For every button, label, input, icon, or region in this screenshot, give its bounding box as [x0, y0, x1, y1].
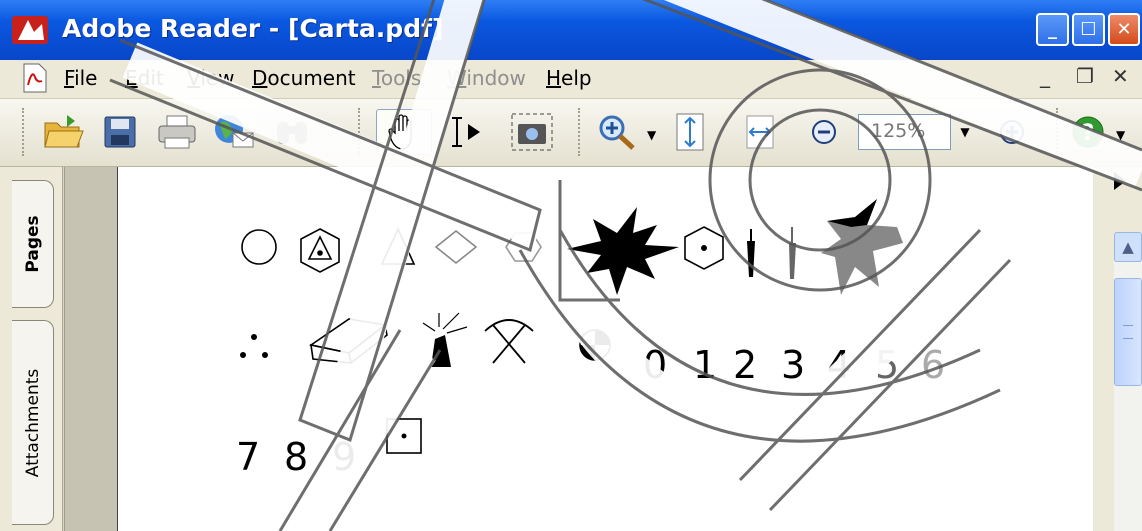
toolbar-grip[interactable] [578, 108, 585, 156]
zoom-level-dropdown[interactable]: ▼ [951, 114, 979, 150]
pin-symbol [747, 241, 755, 277]
lighthouse-symbol [422, 312, 468, 367]
fit-page-icon [676, 113, 704, 151]
pin-gray-symbol [789, 243, 796, 279]
snapshot-icon [511, 113, 553, 151]
document-gutter [64, 167, 117, 531]
mnemonic-letter: H [546, 66, 562, 90]
toolbar-grip[interactable] [358, 108, 365, 156]
digit-7: 7 [236, 435, 261, 479]
explosion-symbol [567, 207, 679, 295]
hand-icon [388, 114, 412, 150]
digit-3: 3 [781, 343, 806, 387]
digit-1: 1 [693, 343, 718, 387]
document-minimize-button[interactable]: _ [1040, 64, 1050, 88]
pdf-document-icon[interactable] [22, 63, 48, 93]
menu-tools[interactable]: Tools [372, 66, 421, 90]
digit-2: 2 [733, 343, 758, 387]
tab-attachments-label: Attachments [22, 368, 43, 477]
ingot-symbol [309, 318, 388, 365]
mnemonic-letter: V [187, 66, 201, 90]
menu-file[interactable]: File [64, 66, 97, 90]
minimize-button[interactable]: _ [1036, 13, 1069, 46]
print-button[interactable] [153, 109, 201, 155]
open-folder-icon [44, 115, 84, 148]
chevron-up-icon: ▲ [1122, 238, 1134, 256]
fit-width-button[interactable] [736, 109, 784, 155]
email-button[interactable] [210, 109, 258, 155]
mnemonic-letter: D [252, 66, 268, 90]
mnemonic-letter: E [125, 66, 138, 90]
window-title: Adobe Reader - [Carta.pdf] [62, 14, 444, 43]
zoom-in-tool-button[interactable] [593, 109, 641, 155]
svg-text:?: ? [1082, 121, 1095, 146]
menu-help[interactable]: Help [546, 66, 592, 90]
toolbar-grip[interactable] [1056, 108, 1063, 156]
document-restore-button[interactable]: ❐ [1076, 64, 1094, 88]
save-icon [104, 116, 136, 148]
menu-view[interactable]: View [187, 66, 234, 90]
maximize-icon: ☐ [1080, 19, 1097, 40]
zoom-in-icon [599, 115, 635, 150]
binoculars-icon [277, 122, 307, 144]
zoom-in-button[interactable] [988, 109, 1036, 155]
tab-pages[interactable]: Pages [12, 180, 54, 308]
square-dot-symbol [386, 418, 422, 454]
zoom-out-icon [812, 120, 836, 144]
open-button[interactable] [40, 109, 88, 155]
adobe-reader-icon [12, 16, 48, 44]
menu-document[interactable]: Document [252, 66, 356, 90]
hexagon-symbol [505, 232, 542, 262]
zoom-out-button[interactable] [800, 109, 848, 155]
map-symbols [240, 199, 903, 454]
print-icon [158, 115, 196, 149]
maximize-button[interactable]: ☐ [1072, 13, 1105, 46]
mnemonic-letter: T [372, 66, 381, 90]
scroll-up-button[interactable]: ▲ [1114, 232, 1142, 262]
digit-9: 9 [332, 435, 357, 479]
help-button[interactable]: ? [1064, 109, 1112, 155]
menu-edit[interactable]: Edit [125, 66, 164, 90]
digit-8: 8 [284, 435, 309, 479]
help-icon: ? [1072, 116, 1104, 148]
document-close-button[interactable]: ✕ [1112, 64, 1129, 88]
minimize-icon: _ [1048, 19, 1057, 40]
quartered-circle-symbol [579, 329, 611, 361]
scroll-grip-icon [1123, 325, 1133, 339]
snapshot-button[interactable] [508, 109, 556, 155]
crossed-pickaxes-symbol [484, 319, 534, 364]
mnemonic-letter: W [447, 66, 467, 90]
help-dropdown[interactable]: ▼ [1116, 128, 1125, 142]
fit-width-icon [746, 115, 774, 149]
toolbar-grip[interactable] [22, 108, 29, 156]
tab-pages-label: Pages [22, 215, 43, 273]
digit-6: 6 [921, 343, 946, 387]
triangle-symbol [380, 227, 416, 265]
menu-window[interactable]: Window [447, 66, 526, 90]
hand-tool-button[interactable] [376, 109, 432, 155]
tab-attachments[interactable]: Attachments [12, 320, 54, 525]
digit-4: 4 [827, 343, 852, 387]
save-button[interactable] [96, 109, 144, 155]
select-text-icon [452, 117, 480, 147]
play-icon[interactable] [1114, 172, 1126, 190]
zoom-plus-icon [1000, 120, 1024, 144]
digit-0: 0 [643, 343, 668, 387]
fit-page-button[interactable] [666, 109, 714, 155]
diamond-symbol [434, 229, 478, 265]
select-text-button[interactable] [442, 109, 490, 155]
chevron-down-icon: ▼ [960, 125, 970, 139]
close-button[interactable]: ✕ [1108, 13, 1140, 46]
search-button[interactable] [268, 109, 316, 155]
email-icon [215, 115, 254, 148]
zoom-level-input[interactable]: 125% [858, 114, 951, 150]
circle-symbol [241, 229, 277, 265]
close-icon: ✕ [1116, 19, 1132, 40]
zoom-tool-dropdown[interactable]: ▼ [647, 128, 656, 142]
mnemonic-letter: F [64, 66, 75, 90]
digit-5: 5 [875, 343, 900, 387]
dots-symbol [251, 334, 257, 340]
